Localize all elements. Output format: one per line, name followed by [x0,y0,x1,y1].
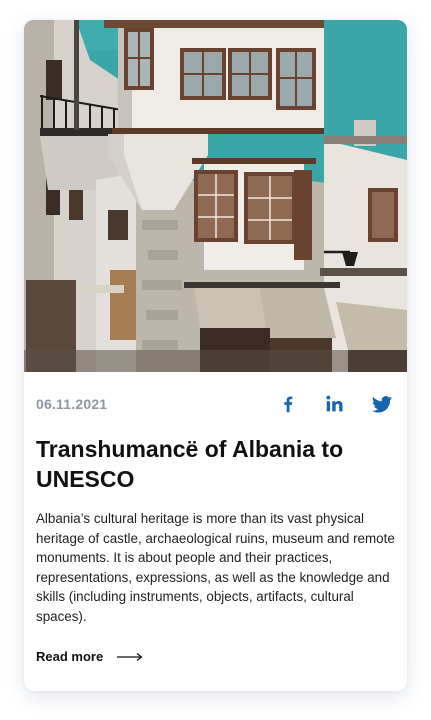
twitter-share-button[interactable] [371,393,393,415]
card-meta: 06.11.2021 [36,392,393,416]
twitter-icon [371,396,393,413]
news-card: 06.11.2021 Transhumancë of Albania to UN… [24,20,407,691]
linkedin-share-button[interactable] [324,393,346,415]
article-excerpt: Albania’s cultural heritage is more than… [36,511,395,624]
facebook-share-button[interactable] [277,393,299,415]
share-links [252,393,393,415]
facebook-icon [284,396,293,413]
arrow-right-icon [117,652,143,661]
article-title[interactable]: Transhumancë of Albania to UNESCO [36,434,376,494]
publish-date: 06.11.2021 [36,396,108,412]
linkedin-icon [326,395,343,412]
read-more-label: Read more [36,649,104,664]
article-image[interactable] [24,20,407,372]
read-more-link[interactable]: Read more [36,649,143,664]
